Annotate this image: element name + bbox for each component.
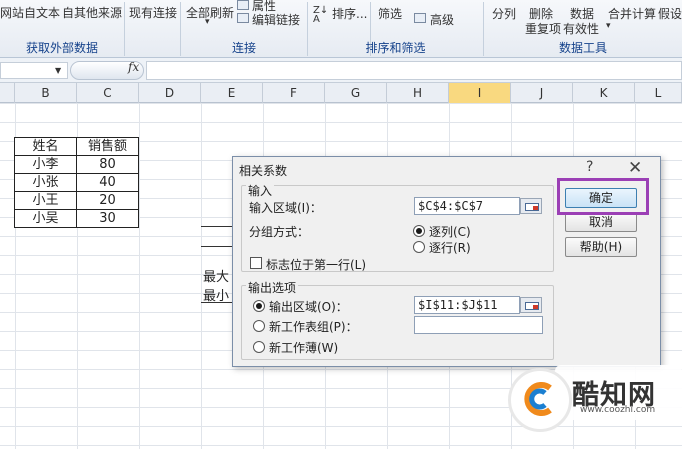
- table-cell[interactable]: 80: [76, 155, 139, 174]
- dialog-title: 相关系数: [239, 164, 288, 178]
- ribbon-existing-connections-button[interactable]: 现有连接: [129, 4, 177, 21]
- group-connections: 连接: [231, 41, 256, 55]
- ribbon-validation-label[interactable]: 有效性: [563, 20, 599, 37]
- ribbon-advanced-button[interactable]: 高级: [430, 11, 454, 28]
- group-data-tools: 数据工具: [558, 41, 607, 55]
- table-row: 小王 20: [14, 191, 139, 210]
- column-header[interactable]: G: [325, 83, 387, 103]
- ribbon-text-to-columns-button[interactable]: 分列: [492, 5, 516, 22]
- by-row-radio[interactable]: [413, 241, 425, 253]
- column-header[interactable]: C: [77, 83, 139, 103]
- column-header[interactable]: L: [635, 83, 682, 103]
- advanced-filter-icon: [414, 13, 426, 23]
- ribbon-consolidate-button[interactable]: 合并计算: [608, 5, 656, 22]
- ribbon-web-button[interactable]: 网站: [0, 4, 24, 21]
- table-row: 小吴 30: [14, 209, 139, 228]
- new-workbook-radio[interactable]: [253, 341, 265, 353]
- sales-table: 姓名 销售额 小李 80 小张 40 小王 20 小吴 30: [14, 137, 139, 228]
- coozhi-logo-icon: [524, 382, 552, 416]
- new-worksheet-field[interactable]: [414, 316, 543, 334]
- group-sort-filter: 排序和筛选: [365, 41, 426, 55]
- ribbon: 网站 自文本 自其他来源 现有连接 全部刷新 ▾ 属性 编辑链接 Z↓ A 排序.…: [0, 0, 682, 58]
- table-header-cell[interactable]: 销售额: [76, 137, 139, 156]
- help-button[interactable]: 帮助(H): [565, 237, 637, 257]
- by-column-radio[interactable]: [413, 225, 425, 237]
- new-worksheet-label[interactable]: 新工作表组(P)：: [269, 318, 358, 335]
- new-workbook-label[interactable]: 新工作薄(W): [269, 339, 338, 356]
- input-range-field[interactable]: $C$4:$C$7: [414, 197, 520, 215]
- labels-first-row-checkbox[interactable]: [250, 257, 262, 269]
- table-cell[interactable]: 小王: [14, 191, 77, 210]
- collapse-dialog-icon[interactable]: [520, 297, 542, 313]
- ribbon-duplicates-label[interactable]: 重复项: [525, 20, 561, 37]
- fx-icon[interactable]: fx: [128, 60, 139, 74]
- properties-icon: [237, 0, 249, 10]
- ribbon-edit-links-button[interactable]: 编辑链接: [252, 11, 300, 28]
- cancel-button[interactable]: 取消: [565, 212, 637, 232]
- column-header[interactable]: F: [263, 83, 325, 103]
- chevron-down-icon[interactable]: ▾: [606, 21, 611, 31]
- table-header-row: 姓名 销售额: [14, 137, 139, 156]
- by-column-label[interactable]: 逐列(C): [429, 223, 471, 240]
- table-row: 小张 40: [14, 173, 139, 192]
- column-header-active[interactable]: I: [449, 83, 511, 103]
- ribbon-separator: [124, 2, 125, 56]
- close-icon[interactable]: ✕: [628, 157, 642, 179]
- formula-bar: ▼ fx: [0, 58, 682, 83]
- formula-input[interactable]: [146, 61, 682, 80]
- new-worksheet-radio[interactable]: [253, 320, 265, 332]
- chevron-down-icon[interactable]: ▾: [205, 17, 210, 27]
- collapse-dialog-icon[interactable]: [520, 198, 542, 214]
- output-range-field[interactable]: $I$11:$J$11: [414, 296, 520, 314]
- ok-highlight-box: [557, 178, 649, 215]
- column-header[interactable]: H: [387, 83, 449, 103]
- sort-az-icon[interactable]: Z↓ A: [313, 6, 328, 25]
- output-range-label[interactable]: 输出区域(O)：: [269, 298, 348, 315]
- ribbon-refresh-all-button[interactable]: 全部刷新: [186, 4, 234, 21]
- output-section-label: 输出选项: [246, 279, 299, 296]
- table-cell[interactable]: 40: [76, 173, 139, 192]
- edit-links-icon: [237, 13, 249, 23]
- cell-max-label[interactable]: 最大: [203, 266, 229, 285]
- output-range-radio[interactable]: [253, 300, 265, 312]
- corner-cell[interactable]: [0, 83, 15, 103]
- group-get-external-data: 获取外部数据: [25, 41, 98, 55]
- table-cell[interactable]: 小李: [14, 155, 77, 174]
- help-icon[interactable]: ?: [586, 159, 593, 175]
- labels-first-row-label[interactable]: 标志位于第一行(L): [266, 256, 366, 273]
- table-cell[interactable]: 30: [76, 209, 139, 228]
- name-box[interactable]: ▼: [0, 62, 68, 79]
- watermark-url: www.coozhi.com: [580, 405, 656, 415]
- cell-border: [201, 246, 233, 247]
- column-header[interactable]: E: [201, 83, 263, 103]
- grouping-label: 分组方式：: [249, 225, 310, 239]
- column-header-row: B C D E F G H I J K L: [0, 83, 682, 103]
- cell-border: [201, 226, 233, 227]
- chevron-down-icon[interactable]: ▼: [55, 63, 61, 79]
- table-header-cell[interactable]: 姓名: [14, 137, 77, 156]
- column-header[interactable]: B: [15, 83, 77, 103]
- table-cell[interactable]: 小吴: [14, 209, 77, 228]
- ribbon-other-sources-button[interactable]: 自其他来源: [62, 4, 122, 21]
- column-header[interactable]: J: [511, 83, 573, 103]
- cell-border: [201, 302, 233, 303]
- ribbon-sort-button[interactable]: 排序...: [332, 5, 367, 22]
- column-header[interactable]: D: [139, 83, 201, 103]
- column-header[interactable]: K: [573, 83, 635, 103]
- input-range-label: 输入区域(I)：: [249, 201, 322, 215]
- table-cell[interactable]: 20: [76, 191, 139, 210]
- ribbon-what-if-button[interactable]: 假设: [658, 5, 682, 22]
- table-row: 小李 80: [14, 155, 139, 174]
- by-row-label[interactable]: 逐行(R): [429, 239, 471, 256]
- input-section-label: 输入: [246, 182, 275, 199]
- ribbon-filter-button[interactable]: 筛选: [378, 5, 402, 22]
- table-cell[interactable]: 小张: [14, 173, 77, 192]
- ribbon-from-text-button[interactable]: 自文本: [24, 4, 60, 21]
